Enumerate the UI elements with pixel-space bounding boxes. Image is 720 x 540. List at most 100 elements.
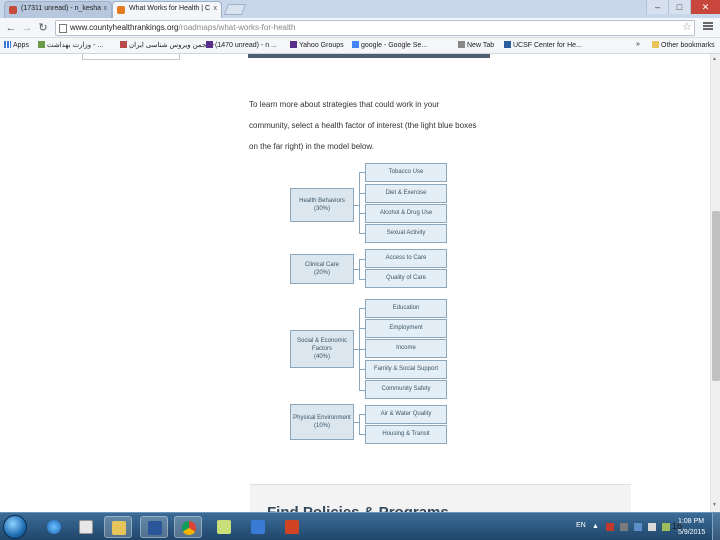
- network-icon[interactable]: [634, 523, 642, 531]
- subfactor-quality-of-care[interactable]: Quality of Care: [365, 269, 447, 288]
- power-icon[interactable]: [662, 523, 670, 531]
- factor-physical-environment[interactable]: Physical Environment (10%): [290, 404, 354, 440]
- site-icon: [38, 41, 45, 48]
- subfactor-housing-transit[interactable]: Housing & Transit: [365, 425, 447, 444]
- folder-icon: [652, 41, 659, 48]
- mail-icon: [251, 520, 265, 534]
- bookmark-item[interactable]: Yahoo Groups: [290, 41, 344, 49]
- bookmark-item[interactable]: New Tab: [458, 41, 494, 49]
- connector: [359, 414, 360, 434]
- new-tab-button[interactable]: [223, 4, 247, 15]
- media-strip: [248, 54, 490, 58]
- subfactor-access-to-care[interactable]: Access to Care: [365, 249, 447, 268]
- factor-clinical-care[interactable]: Clinical Care (20%): [290, 254, 354, 284]
- tab-what-works-for-health[interactable]: What Works for Health | C x: [112, 1, 222, 18]
- bookmark-apps[interactable]: Apps: [4, 41, 29, 49]
- window-controls: – □ ✕: [646, 0, 720, 16]
- minimize-button[interactable]: –: [646, 0, 668, 14]
- bookmark-item[interactable]: UCSF Center for He...: [504, 41, 582, 49]
- forward-arrow-icon[interactable]: →: [20, 21, 34, 35]
- health-factors-model: Health Behaviors (30%) Tobacco Use Diet …: [290, 162, 448, 446]
- subfactor-family-social-support[interactable]: Family & Social Support: [365, 360, 447, 379]
- intro-text: To learn more about strategies that coul…: [249, 100, 477, 151]
- media-icon: [79, 520, 93, 534]
- menu-icon[interactable]: [702, 21, 714, 33]
- site-favicon-icon: [117, 6, 125, 14]
- scroll-up-icon[interactable]: ▲: [712, 56, 717, 62]
- google-icon: [352, 41, 359, 48]
- taskbar-explorer[interactable]: [104, 516, 132, 538]
- word-icon: [148, 521, 162, 535]
- tab-label: (17311 unread) - n_kesha: [21, 5, 102, 12]
- bookmark-item[interactable]: وزارت بهداشت - ...: [38, 41, 103, 49]
- factor-label: Clinical Care: [304, 262, 339, 268]
- show-desktop-button[interactable]: [712, 513, 720, 540]
- tray-app-icon[interactable]: [620, 523, 628, 531]
- connector: [354, 205, 359, 206]
- sticky-notes-icon: [217, 520, 231, 534]
- tab-label: What Works for Health | C: [129, 5, 211, 12]
- taskbar-media[interactable]: [72, 516, 100, 538]
- factor-label: Health Behaviors: [299, 198, 345, 204]
- subfactor-employment[interactable]: Employment: [365, 319, 447, 338]
- subfactor-diet-exercise[interactable]: Diet & Exercise: [365, 184, 447, 203]
- connector: [359, 259, 360, 279]
- subfactor-tobacco-use[interactable]: Tobacco Use: [365, 163, 447, 182]
- factor-label: Social & Economic Factors: [296, 338, 348, 352]
- scroll-thumb[interactable]: [712, 211, 720, 381]
- taskbar-powerpoint[interactable]: [278, 516, 306, 538]
- site-icon: [504, 41, 511, 48]
- factor-social-economic[interactable]: Social & Economic Factors (40%): [290, 330, 354, 368]
- factor-weight: (20%): [313, 270, 330, 276]
- tray-expand-icon[interactable]: ▲: [592, 523, 599, 530]
- subfactor-education[interactable]: Education: [365, 299, 447, 318]
- ie-icon: [47, 520, 61, 534]
- tab-close-icon[interactable]: x: [104, 5, 108, 12]
- taskbar-notes[interactable]: [210, 516, 238, 538]
- back-arrow-icon[interactable]: ←: [4, 21, 18, 35]
- taskbar-chrome[interactable]: [174, 516, 202, 538]
- scroll-down-icon[interactable]: ▼: [712, 502, 717, 508]
- bookmark-star-icon[interactable]: ☆: [682, 20, 692, 33]
- flag-icon[interactable]: [606, 523, 614, 531]
- factor-health-behaviors[interactable]: Health Behaviors (30%): [290, 188, 354, 222]
- url-host: www.countyhealthrankings.org: [70, 23, 179, 32]
- connector: [354, 422, 359, 423]
- subfactor-income[interactable]: Income: [365, 339, 447, 358]
- page-viewport: To learn more about strategies that coul…: [0, 54, 720, 512]
- taskbar-word[interactable]: [140, 516, 168, 538]
- subfactor-air-water-quality[interactable]: Air & Water Quality: [365, 405, 447, 424]
- sidebar-card: [82, 54, 180, 60]
- page-scrollbar[interactable]: ▲ ▼: [710, 54, 720, 512]
- taskbar-ie[interactable]: [40, 516, 68, 538]
- tab-mail[interactable]: (17311 unread) - n_kesha x: [4, 1, 112, 18]
- taskbar-outlook[interactable]: [244, 516, 272, 538]
- clock-time[interactable]: 1:08 PM: [678, 518, 704, 525]
- tab-strip: (17311 unread) - n_kesha x What Works fo…: [0, 0, 720, 18]
- yahoo-icon: [290, 41, 297, 48]
- browser-toolbar: ← → ↻ www.countyhealthrankings.org/roadm…: [0, 18, 720, 38]
- subfactor-sexual-activity[interactable]: Sexual Activity: [365, 224, 447, 243]
- bookmark-item[interactable]: google - Google Se...: [352, 41, 427, 49]
- url-path: /roadmaps/what-works-for-health: [178, 23, 296, 32]
- maximize-button[interactable]: □: [668, 0, 690, 14]
- bookmark-other[interactable]: Other bookmarks: [652, 41, 715, 49]
- subfactor-community-safety[interactable]: Community Safety: [365, 380, 447, 399]
- close-window-button[interactable]: ✕: [690, 0, 720, 14]
- bookmark-item[interactable]: (1470 unread) - n ...: [206, 41, 277, 49]
- bookmarks-bar: Apps وزارت بهداشت - ... انجمن ویروس شناس…: [0, 38, 720, 54]
- address-bar[interactable]: www.countyhealthrankings.org/roadmaps/wh…: [55, 20, 695, 36]
- powerpoint-icon: [285, 520, 299, 534]
- folder-icon: [112, 521, 126, 535]
- volume-icon[interactable]: [648, 523, 656, 531]
- connector: [359, 172, 360, 234]
- reload-icon[interactable]: ↻: [36, 21, 50, 35]
- tab-close-icon[interactable]: x: [214, 5, 218, 12]
- chrome-icon: [182, 521, 196, 535]
- clock-date[interactable]: 5/9/2015: [678, 529, 705, 536]
- language-indicator[interactable]: EN: [576, 522, 586, 529]
- start-button[interactable]: [3, 515, 27, 539]
- subfactor-alcohol-drug-use[interactable]: Alcohol & Drug Use: [365, 204, 447, 223]
- yahoo-icon: [206, 41, 213, 48]
- bookmarks-more-button[interactable]: »: [636, 41, 640, 48]
